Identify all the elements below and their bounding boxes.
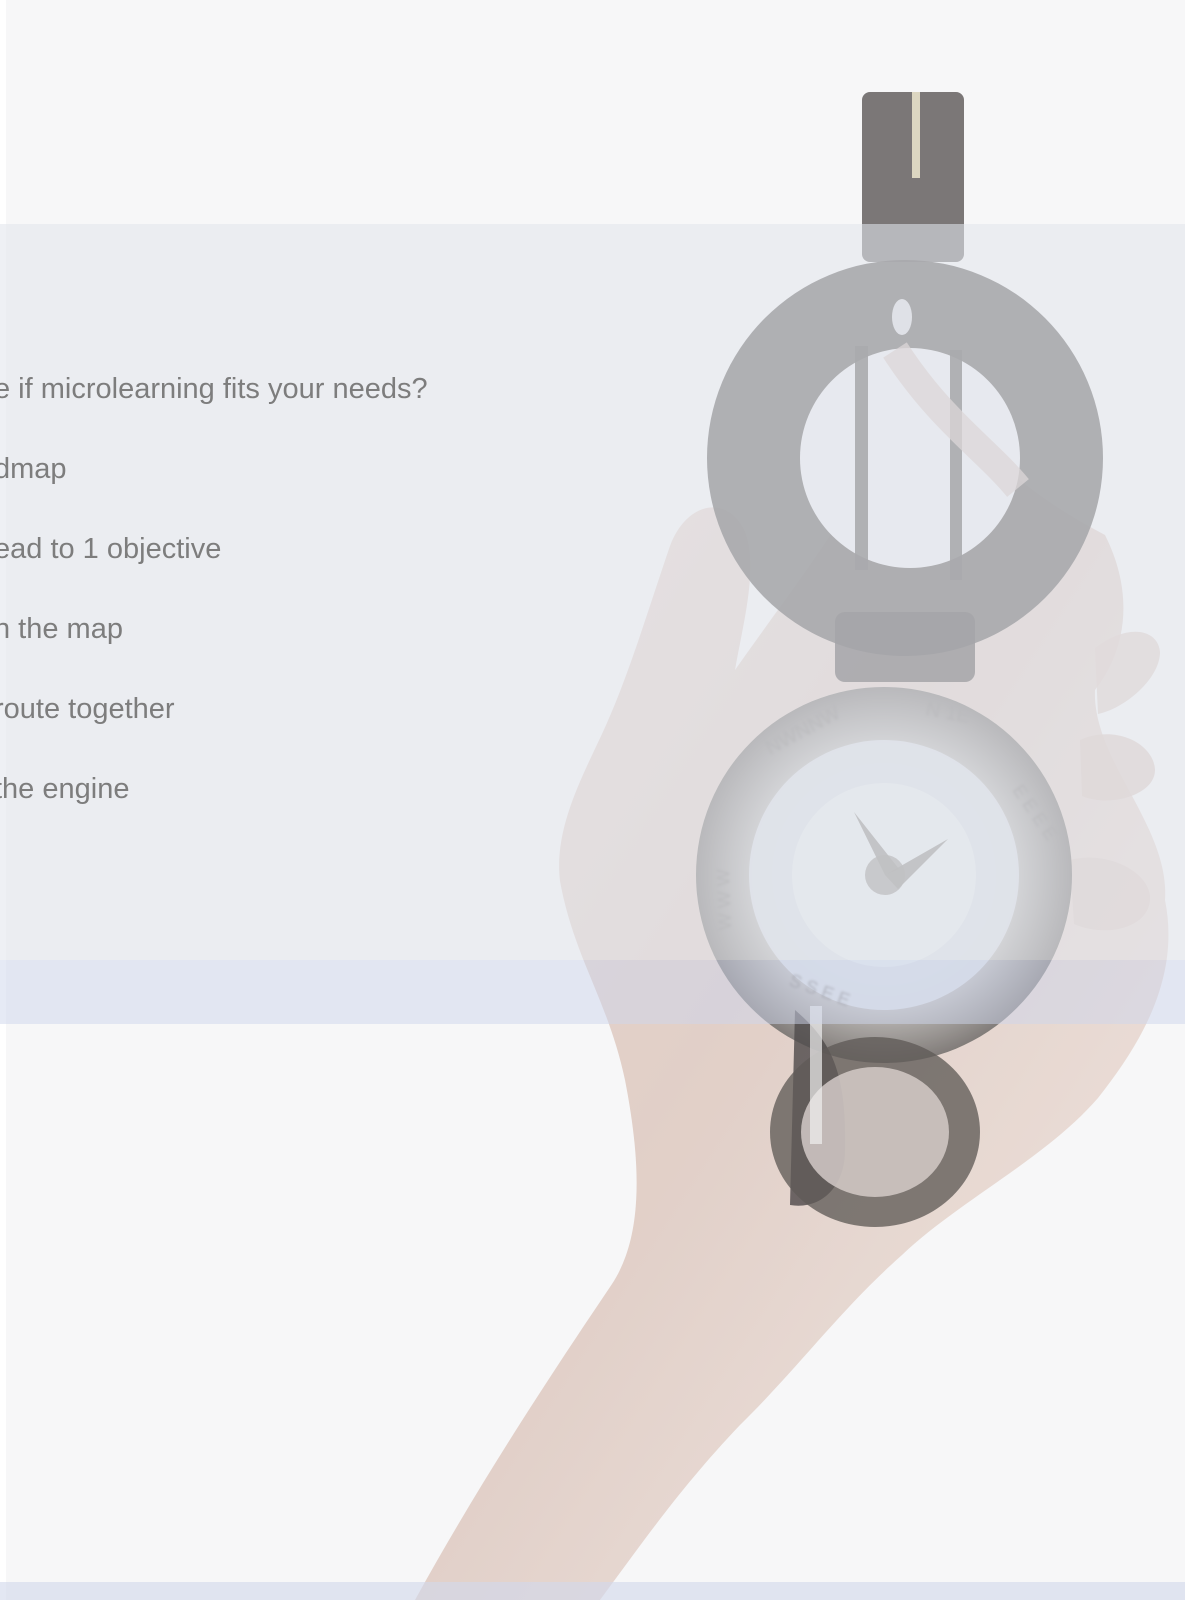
menu-item-roadmap[interactable]: dmap: [0, 446, 620, 526]
menu-item-route-together[interactable]: route together: [0, 686, 620, 766]
menu-bottom-bar: [0, 960, 1185, 1024]
menu-item-objective[interactable]: ead to 1 objective: [0, 526, 620, 606]
menu-item-microlearning-needs[interactable]: e if microlearning fits your needs?: [0, 366, 620, 446]
menu-list: e if microlearning fits your needs? dmap…: [0, 366, 620, 846]
menu-item-map[interactable]: n the map: [0, 606, 620, 686]
menu-item-engine[interactable]: the engine: [0, 766, 620, 846]
bottom-edge-bar: [0, 1582, 1185, 1600]
